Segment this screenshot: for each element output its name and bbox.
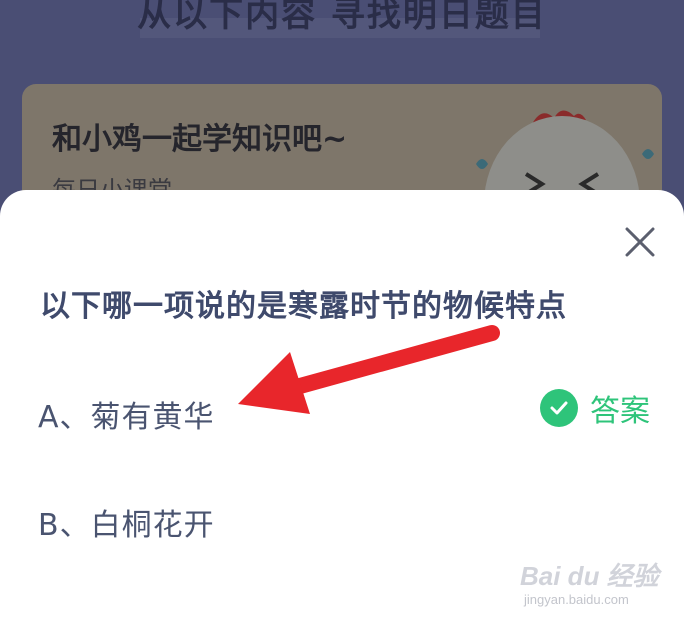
option-a[interactable]: A、菊有黄华 答案 bbox=[38, 378, 658, 438]
answer-indicator: 答案 bbox=[540, 386, 650, 430]
close-icon bbox=[625, 227, 655, 257]
option-b[interactable]: B、白桐花开 bbox=[38, 486, 658, 546]
watermark-url: jingyan.baidu.com bbox=[524, 592, 629, 607]
baidu-jingyan-watermark: Bai du 经验 jingyan.baidu.com bbox=[520, 556, 670, 612]
close-button[interactable] bbox=[622, 224, 658, 260]
background-title: 从以下内容 寻找明日题目 bbox=[137, 0, 547, 35]
option-a-label: A、菊有黄华 bbox=[38, 400, 215, 435]
option-b-label: B、白桐花开 bbox=[38, 508, 215, 543]
lesson-card-title: 和小鸡一起学知识吧~ bbox=[52, 122, 348, 157]
check-circle-icon bbox=[540, 389, 578, 427]
answer-label: 答案 bbox=[590, 394, 650, 429]
watermark-brand: Bai du 经验 bbox=[520, 561, 659, 591]
question-text: 以下哪一项说的是寒露时节的物候特点 bbox=[40, 289, 567, 324]
